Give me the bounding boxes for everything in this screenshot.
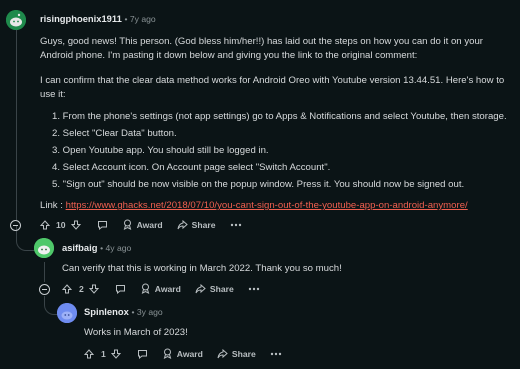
list-item: 4. Select Account icon. On Account page … <box>52 162 331 173</box>
upvote-icon[interactable] <box>40 219 50 230</box>
username[interactable]: asifbaig <box>62 242 97 253</box>
thread-line-main <box>16 30 17 220</box>
vote-group: 10 <box>40 220 85 230</box>
award-button[interactable]: Award <box>140 283 181 294</box>
list-item: 5. "Sign out" should be now visible on t… <box>52 179 465 190</box>
upvote-icon[interactable] <box>84 348 94 359</box>
upvote-icon[interactable] <box>62 283 72 294</box>
share-button[interactable]: Share <box>217 348 256 359</box>
more-icon <box>248 287 259 290</box>
avatar-snoo-icon <box>57 303 77 323</box>
vote-group: 1 <box>84 349 125 359</box>
more-icon <box>230 223 241 226</box>
share-label: Share <box>209 283 234 294</box>
downvote-icon[interactable] <box>110 349 121 359</box>
vote-count: 1 <box>101 348 106 359</box>
comment-body: Can verify that this is working in March… <box>62 263 342 274</box>
list-item: 2. Select "Clear Data" button. <box>52 128 177 139</box>
comment-header: Spinlenox • 3y ago <box>84 306 163 318</box>
username[interactable]: risingphoenix1911 <box>40 13 122 24</box>
reply-icon <box>137 349 147 359</box>
share-icon <box>177 219 188 229</box>
share-label: Share <box>231 348 256 359</box>
comment-header: asifbaig • 4y ago <box>62 242 131 254</box>
more-options-button[interactable] <box>248 287 264 291</box>
share-button[interactable]: Share <box>195 283 234 294</box>
award-icon <box>141 283 150 294</box>
comment-header: risingphoenix1911 • 7y ago <box>40 13 156 25</box>
vote-count: 2 <box>79 283 84 294</box>
avatar-snoo-icon <box>6 10 26 30</box>
timestamp[interactable]: 7y ago <box>130 14 156 24</box>
comment-actions: 2 Award Share <box>62 283 278 294</box>
original-comment-link[interactable]: https://www.ghacks.net/2018/07/10/you-ca… <box>66 200 468 211</box>
share-label: Share <box>191 219 216 230</box>
comment-actions: 1 Award Share <box>84 348 300 359</box>
share-button[interactable]: Share <box>177 219 216 230</box>
comment-body-confirm: I can confirm that the clear data method… <box>40 75 505 100</box>
comment-actions: 10 Award Share <box>40 219 260 230</box>
award-icon <box>123 219 131 230</box>
reply-icon <box>97 220 107 230</box>
list-item: 1. From the phone's settings (not app se… <box>52 111 507 122</box>
avatar[interactable] <box>57 303 77 323</box>
more-options-button[interactable] <box>230 223 246 227</box>
award-label: Award <box>176 348 203 359</box>
steps-list: 1. From the phone's settings (not app se… <box>52 108 512 193</box>
reply-button[interactable] <box>97 220 112 230</box>
vote-count: 10 <box>56 219 66 230</box>
avatar[interactable] <box>6 10 26 30</box>
link-label: Link : <box>40 200 66 211</box>
link-line: Link : https://www.ghacks.net/2018/07/10… <box>40 199 468 213</box>
avatar-snoo-icon <box>34 238 54 258</box>
username[interactable]: Spinlenox <box>84 306 129 317</box>
thread-line-reply-1 <box>44 262 45 282</box>
comment-body-intro: Guys, good news! This person. (God bless… <box>40 36 483 61</box>
reply-button[interactable] <box>115 284 130 294</box>
more-icon <box>270 352 281 355</box>
collapse-thread-button[interactable] <box>39 284 50 295</box>
share-icon <box>217 348 228 358</box>
reply-icon <box>115 284 125 294</box>
award-button[interactable]: Award <box>122 219 163 230</box>
downvote-icon[interactable] <box>88 284 99 294</box>
timestamp[interactable]: 3y ago <box>137 307 163 317</box>
share-icon <box>195 283 206 293</box>
comment-body: Works in March of 2023! <box>84 327 188 338</box>
award-icon <box>163 348 172 359</box>
reply-button[interactable] <box>137 349 152 359</box>
list-item: 3. Open Youtube app. You should still be… <box>52 145 269 156</box>
award-button[interactable]: Award <box>162 348 203 359</box>
more-options-button[interactable] <box>270 352 286 356</box>
timestamp[interactable]: 4y ago <box>106 243 132 253</box>
award-label: Award <box>154 283 181 294</box>
collapse-thread-button[interactable] <box>10 220 21 231</box>
vote-group: 2 <box>62 284 103 294</box>
downvote-icon[interactable] <box>70 220 81 230</box>
award-label: Award <box>136 219 163 230</box>
avatar[interactable] <box>34 238 54 258</box>
